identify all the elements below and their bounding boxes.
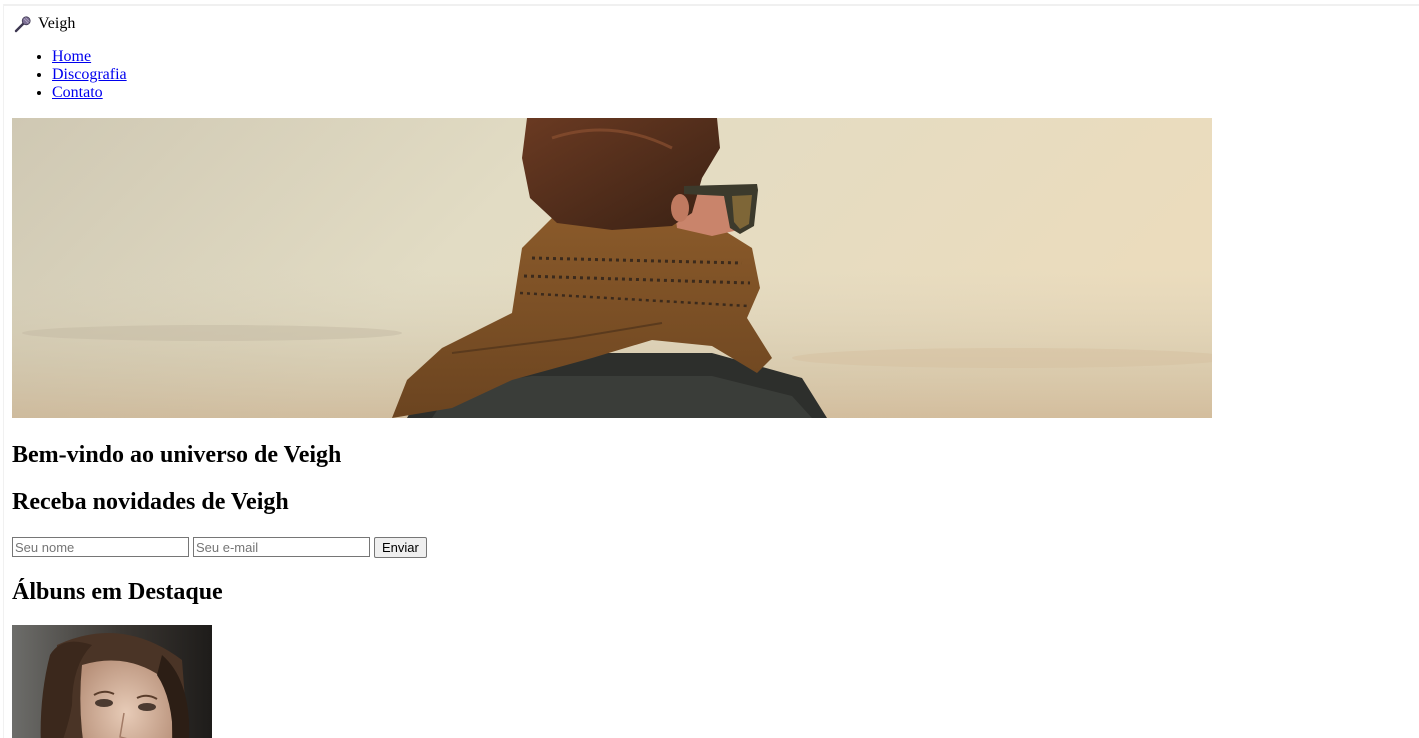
albums-heading: Álbuns em Destaque (12, 579, 223, 605)
nav-item-home: Home (52, 48, 1412, 66)
hero-banner-image (12, 118, 1212, 418)
site-header: Veigh Home Discografia Contato (12, 14, 1412, 102)
brand-logo: Veigh (12, 14, 1412, 34)
main-nav: Home Discografia Contato (12, 48, 1412, 102)
window-top-border (4, 4, 1419, 6)
name-input[interactable] (12, 537, 189, 557)
nav-item-discografia: Discografia (52, 66, 1412, 84)
nav-link-home[interactable]: Home (52, 48, 91, 65)
nav-link-contato[interactable]: Contato (52, 84, 103, 101)
window-left-border (3, 4, 4, 738)
brand-name: Veigh (38, 15, 76, 32)
page-content: Veigh Home Discografia Contato (12, 14, 1412, 738)
nav-link-discografia[interactable]: Discografia (52, 66, 127, 83)
newsletter-heading: Receba novidades de Veigh (12, 489, 289, 515)
nav-item-contato: Contato (52, 84, 1412, 102)
nav-list: Home Discografia Contato (12, 48, 1412, 102)
welcome-heading: Bem-vindo ao universo de Veigh (12, 442, 342, 468)
submit-button[interactable]: Enviar (374, 536, 427, 558)
microphone-icon (14, 15, 32, 33)
album-cover-image[interactable] (12, 625, 212, 738)
newsletter-form: Enviar (12, 536, 1412, 558)
email-input[interactable] (193, 537, 370, 557)
